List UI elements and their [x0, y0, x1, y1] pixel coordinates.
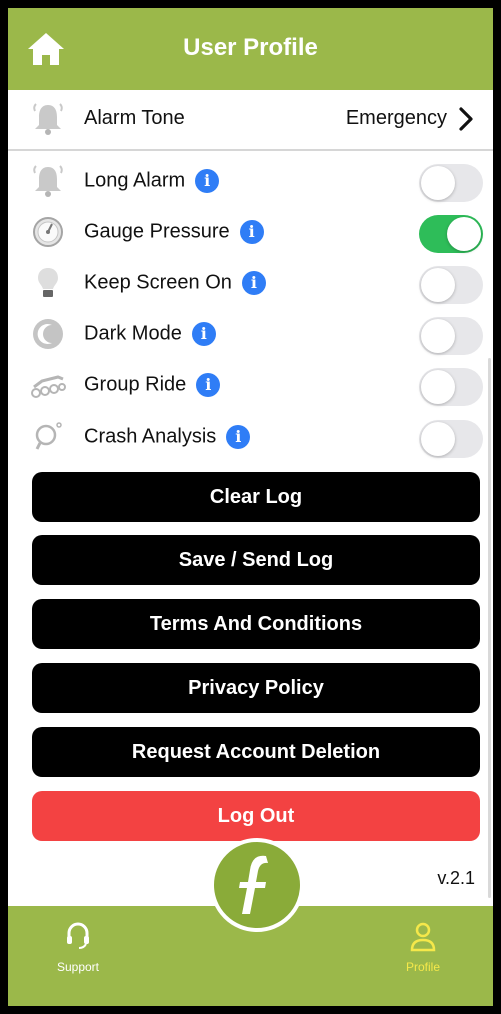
info-icon[interactable]: i [239, 220, 264, 244]
crash-analysis-toggle[interactable] [419, 420, 483, 458]
setting-label: Gauge Pressure [84, 220, 230, 243]
magnifier-icon [35, 422, 62, 450]
setting-row-keep-screen-on: Keep Screen On i [8, 258, 493, 308]
setting-label: Dark Mode [84, 322, 182, 345]
setting-label: Keep Screen On [84, 271, 232, 294]
moon-icon [33, 319, 63, 349]
request-account-deletion-button[interactable]: Request Account Deletion [32, 727, 480, 777]
lightbulb-icon [38, 268, 58, 297]
info-icon[interactable]: i [241, 271, 266, 295]
dark-mode-toggle[interactable] [419, 317, 483, 355]
group-ride-toggle[interactable] [419, 368, 483, 406]
bell-icon [33, 165, 63, 197]
info-icon[interactable]: i [195, 169, 220, 193]
bell-icon [33, 103, 63, 135]
info-icon[interactable]: i [196, 373, 221, 397]
alarm-tone-value: Emergency [345, 107, 447, 129]
privacy-policy-button[interactable]: Privacy Policy [32, 663, 480, 713]
scrollbar[interactable] [488, 358, 491, 898]
app-version: v.2.1 [437, 868, 475, 888]
save-send-log-button[interactable]: Save / Send Log [32, 535, 480, 585]
setting-row-dark-mode: Dark Mode i [8, 309, 493, 359]
long-alarm-toggle[interactable] [419, 164, 483, 202]
setting-row-crash-analysis: Crash Analysis i [8, 412, 493, 462]
setting-row-group-ride: Group Ride i [8, 360, 493, 410]
bikes-icon [31, 375, 66, 398]
app-screen: User Profile Alarm Tone Emergency Long A… [8, 8, 493, 1006]
tab-profile[interactable]: Profile [373, 920, 473, 974]
setting-row-gauge-pressure: Gauge Pressure i [8, 207, 493, 257]
log-out-button[interactable]: Log Out [32, 791, 480, 841]
divider [8, 149, 493, 151]
info-icon[interactable]: i [191, 322, 216, 346]
toggle-knob [421, 268, 455, 302]
setting-label: Long Alarm [84, 169, 186, 192]
toggle-knob [421, 319, 455, 353]
terms-and-conditions-button[interactable]: Terms And Conditions [32, 599, 480, 649]
tab-support-label: Support [56, 960, 100, 974]
chevron-right-icon [459, 107, 473, 131]
alarm-tone-row[interactable]: Alarm Tone Emergency [8, 94, 493, 144]
setting-row-long-alarm: Long Alarm i [8, 156, 493, 206]
gauge-icon [33, 217, 63, 247]
alarm-tone-label: Alarm Tone [84, 107, 185, 129]
setting-label: Crash Analysis [84, 425, 217, 448]
user-icon [410, 922, 436, 952]
page-title: User Profile [183, 34, 318, 61]
toggle-knob [447, 217, 481, 251]
toggle-knob [421, 422, 455, 456]
clear-log-button[interactable]: Clear Log [32, 472, 480, 522]
info-icon[interactable]: i [226, 425, 251, 449]
tab-support[interactable]: Support [28, 920, 128, 974]
headset-icon [67, 922, 89, 949]
app-header: User Profile [8, 8, 493, 90]
keep-screen-on-toggle[interactable] [419, 266, 483, 304]
tab-profile-label: Profile [405, 960, 440, 974]
gauge-pressure-toggle[interactable] [419, 215, 483, 253]
setting-label: Group Ride [84, 373, 187, 396]
toggle-knob [421, 166, 455, 200]
toggle-knob [421, 370, 455, 404]
app-logo-icon[interactable] [210, 838, 304, 932]
